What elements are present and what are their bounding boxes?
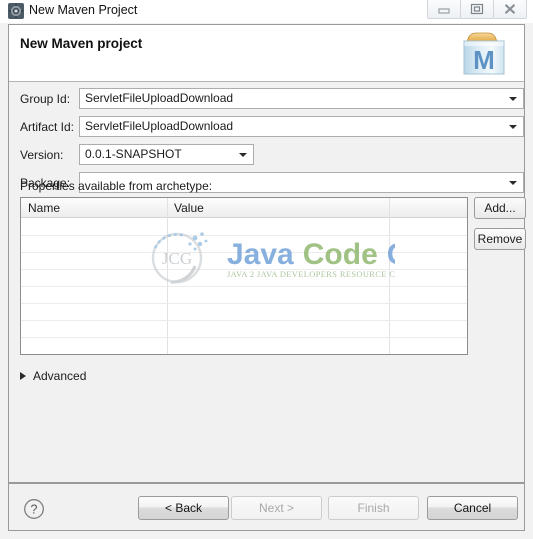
artifact-id-value: ServletFileUploadDownload	[85, 119, 234, 133]
column-header-value[interactable]: Value	[174, 198, 204, 218]
window-controls	[427, 0, 527, 20]
column-header-name[interactable]: Name	[28, 198, 60, 218]
restore-button[interactable]	[460, 0, 494, 19]
properties-label: Properties available from archetype:	[20, 179, 213, 193]
version-value: 0.0.1-SNAPSHOT	[85, 147, 182, 161]
group-id-value: ServletFileUploadDownload	[85, 91, 234, 105]
table-header: Name Value	[21, 198, 467, 218]
chevron-down-icon[interactable]	[509, 97, 517, 101]
add-property-button[interactable]: Add...	[474, 197, 526, 219]
chevron-down-icon[interactable]	[239, 153, 247, 157]
minimize-button[interactable]	[427, 0, 461, 19]
cancel-button[interactable]: Cancel	[427, 496, 518, 520]
column-divider[interactable]	[167, 198, 168, 354]
table-row[interactable]	[21, 320, 467, 321]
svg-text:?: ?	[31, 503, 38, 517]
table-row[interactable]	[21, 252, 467, 253]
version-label: Version:	[20, 148, 64, 162]
chevron-down-icon[interactable]	[509, 125, 517, 129]
artifact-id-label: Artifact Id:	[20, 120, 75, 134]
artifact-id-combo[interactable]: ServletFileUploadDownload	[79, 116, 524, 137]
table-row[interactable]	[21, 337, 467, 338]
minimize-icon	[438, 8, 450, 14]
table-row[interactable]	[21, 286, 467, 287]
title-bar: New Maven Project	[0, 0, 533, 23]
dialog-body: New Maven project M Group Id: ServletFil…	[8, 24, 526, 483]
dialog-footer: ? < Back Next > Finish Cancel	[8, 483, 525, 531]
close-button[interactable]	[493, 0, 527, 19]
maven-gear-icon	[8, 3, 24, 19]
close-icon	[504, 4, 516, 14]
finish-button[interactable]: Finish	[328, 496, 419, 520]
wizard-header: New Maven project M	[9, 25, 524, 82]
version-combo[interactable]: 0.0.1-SNAPSHOT	[79, 144, 254, 165]
remove-property-button[interactable]: Remove	[474, 228, 526, 250]
help-icon[interactable]: ?	[23, 498, 45, 520]
next-button[interactable]: Next >	[231, 496, 322, 520]
back-button[interactable]: < Back	[138, 496, 229, 520]
advanced-label: Advanced	[33, 369, 87, 383]
window-title: New Maven Project	[29, 3, 138, 17]
chevron-right-icon[interactable]	[20, 372, 26, 380]
table-row[interactable]	[21, 269, 467, 270]
column-divider[interactable]	[389, 198, 390, 354]
page-title: New Maven project	[20, 36, 143, 51]
new-maven-project-dialog: New Maven Project New Maven project M Gr…	[0, 0, 533, 539]
group-id-label: Group Id:	[20, 92, 71, 106]
properties-table[interactable]: Name Value	[20, 197, 468, 355]
svg-text:M: M	[473, 45, 495, 75]
advanced-section-toggle[interactable]: Advanced	[20, 368, 86, 384]
table-row[interactable]	[21, 235, 467, 236]
restore-icon	[470, 3, 484, 15]
table-row[interactable]	[21, 303, 467, 304]
chevron-down-icon[interactable]	[509, 181, 517, 185]
maven-logo-icon: M	[456, 28, 512, 80]
group-id-combo[interactable]: ServletFileUploadDownload	[79, 88, 524, 109]
